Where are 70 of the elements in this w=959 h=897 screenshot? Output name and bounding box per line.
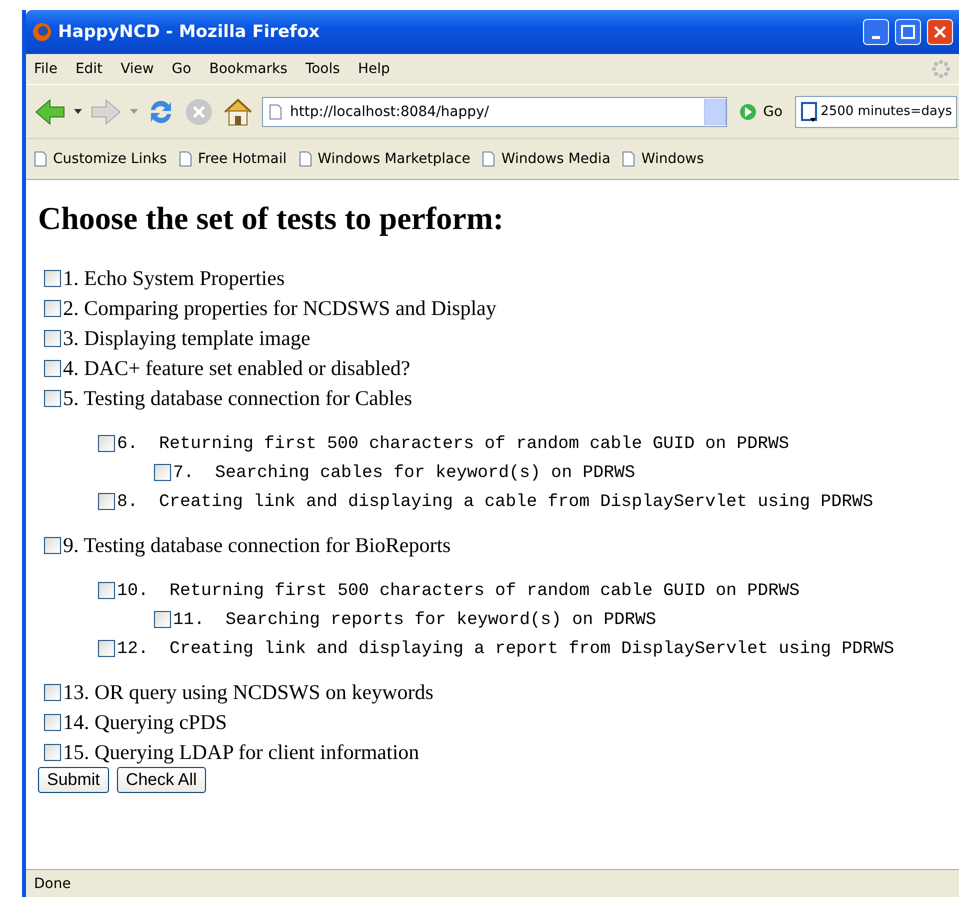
test-checkbox[interactable] (98, 582, 115, 599)
close-button[interactable] (927, 19, 953, 45)
search-field[interactable]: 2500 minutes=days (794, 96, 957, 128)
minimize-button[interactable] (863, 19, 889, 45)
test-checkbox[interactable] (44, 390, 61, 406)
back-arrow-icon[interactable] (34, 98, 66, 126)
page-icon (298, 151, 312, 167)
close-icon (933, 25, 947, 39)
address-text: http://localhost:8084/happy/ (290, 104, 490, 120)
form-button[interactable]: Submit (38, 767, 109, 793)
address-field[interactable]: http://localhost:8084/happy/ (262, 96, 728, 126)
bookmark-link[interactable]: Customize Links (34, 151, 167, 167)
home-icon[interactable] (222, 96, 254, 126)
minimize-icon (872, 36, 880, 38)
form-button[interactable]: Check All (116, 767, 206, 793)
menu-item[interactable]: Edit (75, 61, 103, 77)
test-checkbox[interactable] (98, 493, 115, 510)
bookmark-link[interactable]: Windows Media (482, 151, 610, 167)
test-label: 5. Testing database connection for Cables (63, 386, 412, 410)
throbber-icon (931, 59, 951, 79)
test-checkbox[interactable] (98, 640, 115, 657)
bookmark-link[interactable]: Windows (622, 151, 704, 167)
test-label: 8. Creating link and displaying a cable from DisplayServlet using PDRWS (117, 492, 874, 512)
go-button[interactable]: Go (735, 102, 787, 120)
test-label: 6. Returning first 500 characters of random cable GUID on PDRWS (117, 434, 790, 454)
menu-item[interactable]: View (120, 61, 154, 77)
test-label: 15. Querying LDAP for client information (63, 740, 420, 764)
test-label: 10. Returning first 500 characters of random cable GUID on PDRWS (117, 580, 800, 600)
page-icon (482, 151, 496, 167)
page-icon (178, 151, 192, 167)
test-label: 1. Echo System Properties (63, 266, 285, 290)
test-label: 4. DAC+ feature set enabled or disabled? (63, 356, 410, 380)
browser-logo-icon (32, 22, 52, 42)
status-text: Done (34, 876, 71, 892)
test-checkbox[interactable] (44, 684, 61, 700)
menu-item[interactable]: Go (172, 61, 192, 77)
menu-item[interactable]: Tools (305, 61, 340, 77)
test-label: 3. Displaying template image (63, 326, 310, 350)
test-checkbox[interactable] (98, 435, 115, 452)
test-checkbox[interactable] (44, 270, 61, 286)
bookmark-link[interactable]: Windows Marketplace (298, 151, 470, 167)
play-icon (739, 102, 758, 120)
test-checkbox[interactable] (44, 300, 61, 316)
test-checkbox[interactable] (44, 714, 61, 730)
test-label: 11. Searching reports for keyword(s) on PDRWS (173, 610, 656, 630)
menu-item[interactable]: File (34, 61, 58, 77)
window-title: HappyNCD - Mozilla Firefox (58, 22, 321, 42)
test-label: 9. Testing database connection for BioReports (63, 532, 451, 558)
search-engine-icon[interactable] (800, 100, 818, 122)
search-text: 2500 minutes=days (820, 104, 952, 119)
test-label: 13. OR query using NCDSWS on keywords (63, 680, 434, 704)
page-icon (622, 151, 636, 167)
page-icon (269, 104, 282, 120)
bookmark-link[interactable]: Free Hotmail (178, 151, 287, 167)
test-checkbox[interactable] (44, 330, 61, 346)
test-checkbox[interactable] (44, 744, 61, 760)
page-heading: Choose the set of tests to perform: (38, 200, 505, 237)
test-checkbox[interactable] (154, 611, 171, 628)
test-checkbox[interactable] (44, 360, 61, 376)
test-label: 7. Searching cables for keyword(s) on PDRWS (173, 462, 636, 482)
test-checkbox[interactable] (154, 464, 171, 481)
test-checkbox[interactable] (44, 536, 61, 554)
test-label: 2. Comparing properties for NCDSWS and Display (63, 296, 496, 320)
page-icon (34, 151, 47, 167)
maximize-button[interactable] (895, 19, 921, 45)
test-label: 14. Querying cPDS (63, 710, 227, 734)
menu-item[interactable]: Bookmarks (209, 61, 288, 77)
test-label: 12. Creating link and displaying a report from DisplayServlet using PDRWS (117, 638, 894, 658)
menu-item[interactable]: Help (358, 61, 390, 77)
maximize-icon (901, 25, 915, 39)
